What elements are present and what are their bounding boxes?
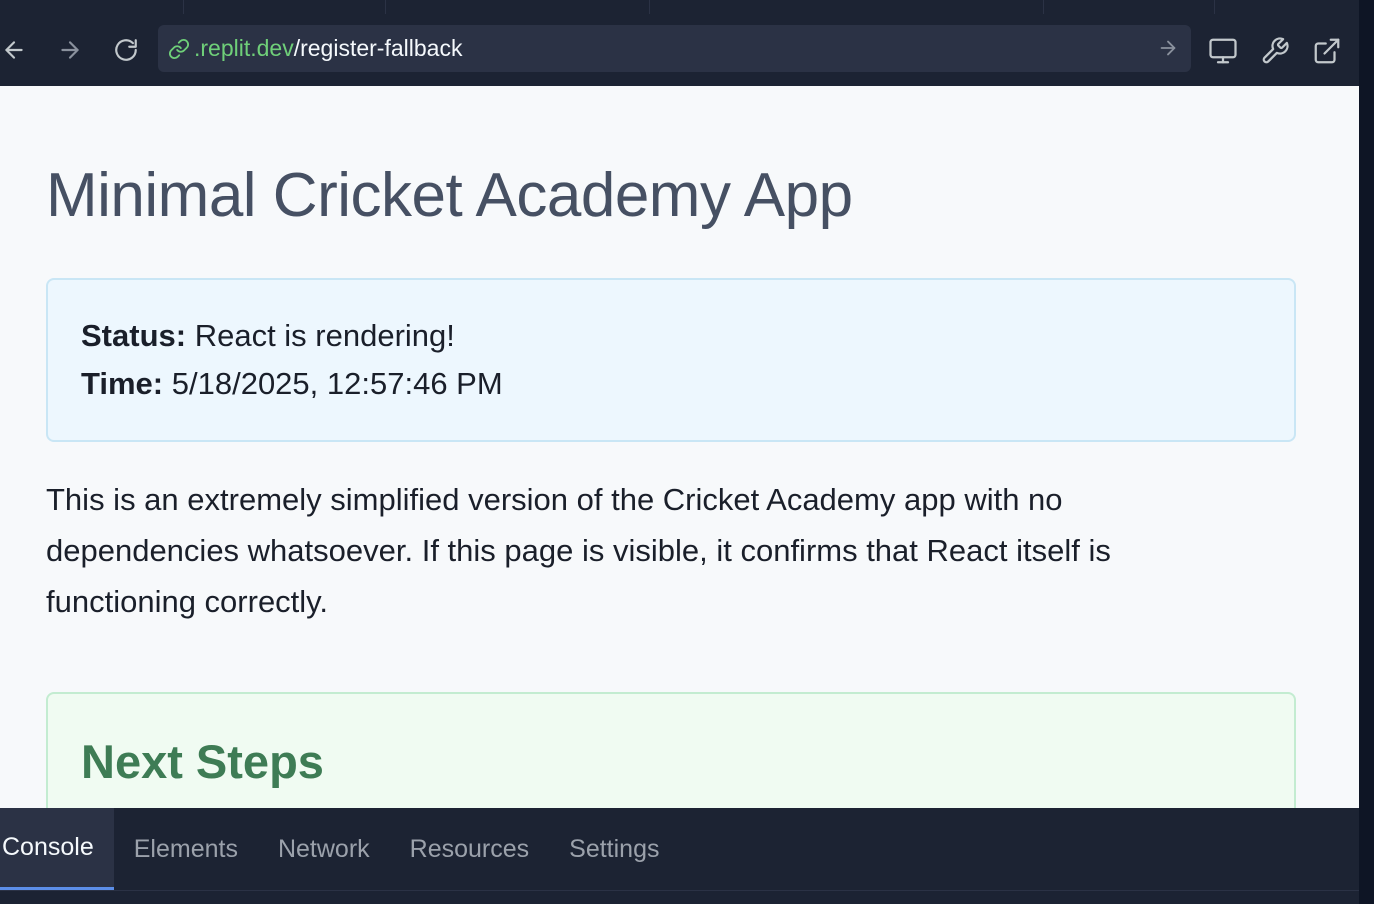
devtools-panel: Console Elements Network Resources Setti… [0,808,1359,904]
tab-console[interactable]: Console [0,808,114,890]
monitor-button[interactable] [1206,34,1240,68]
url-bar[interactable]: .replit.dev/register-fallback [158,25,1191,72]
forward-button[interactable] [54,34,86,66]
devtools-tabs: Console Elements Network Resources Setti… [0,808,679,890]
tab-elements[interactable]: Elements [114,808,258,890]
url-host: .replit.dev [194,35,294,61]
time-label: Time: [81,366,164,401]
description-text: This is an extremely simplified version … [46,482,1111,619]
tab-divider [385,0,386,14]
replit-webview: .replit.dev/register-fallback Minimal Cr… [0,0,1359,904]
time-value: 5/18/2025, 12:57:46 PM [171,366,503,401]
tab-strip [0,0,1359,14]
arrow-left-icon [5,41,23,59]
next-steps-panel: Next Steps [46,692,1296,808]
external-link-icon [1314,38,1340,64]
tab-resources[interactable]: Resources [390,808,550,890]
open-new-tab-button[interactable] [1310,34,1344,68]
devtools-button[interactable] [1258,34,1292,68]
tab-settings[interactable]: Settings [549,808,679,890]
time-line: Time: 5/18/2025, 12:57:46 PM [81,366,503,402]
reload-button[interactable] [110,34,142,66]
reload-icon [115,39,137,61]
go-arrow-icon[interactable] [1157,37,1179,59]
tab-network[interactable]: Network [258,808,390,890]
browser-toolbar: .replit.dev/register-fallback [0,14,1359,86]
tab-divider [649,0,650,14]
link-icon [168,38,190,60]
status-panel: Status: React is rendering! Time: 5/18/2… [46,278,1296,442]
back-button[interactable] [0,34,30,66]
window-edge [1359,0,1374,904]
status-line: Status: React is rendering! [81,318,455,354]
arrow-right-icon [61,41,79,59]
tab-divider [1043,0,1044,14]
wrench-icon [1262,37,1289,64]
tab-divider [183,0,184,14]
page-viewport: Minimal Cricket Academy App Status: Reac… [0,86,1359,808]
next-steps-title: Next Steps [81,735,324,788]
page-title: Minimal Cricket Academy App [46,161,853,230]
monitor-icon [1209,38,1237,64]
url-path: /register-fallback [293,35,463,61]
devtools-divider [0,890,1359,891]
status-label: Status: [81,318,187,353]
status-value: React is rendering! [194,318,455,353]
tab-divider [1214,0,1215,14]
